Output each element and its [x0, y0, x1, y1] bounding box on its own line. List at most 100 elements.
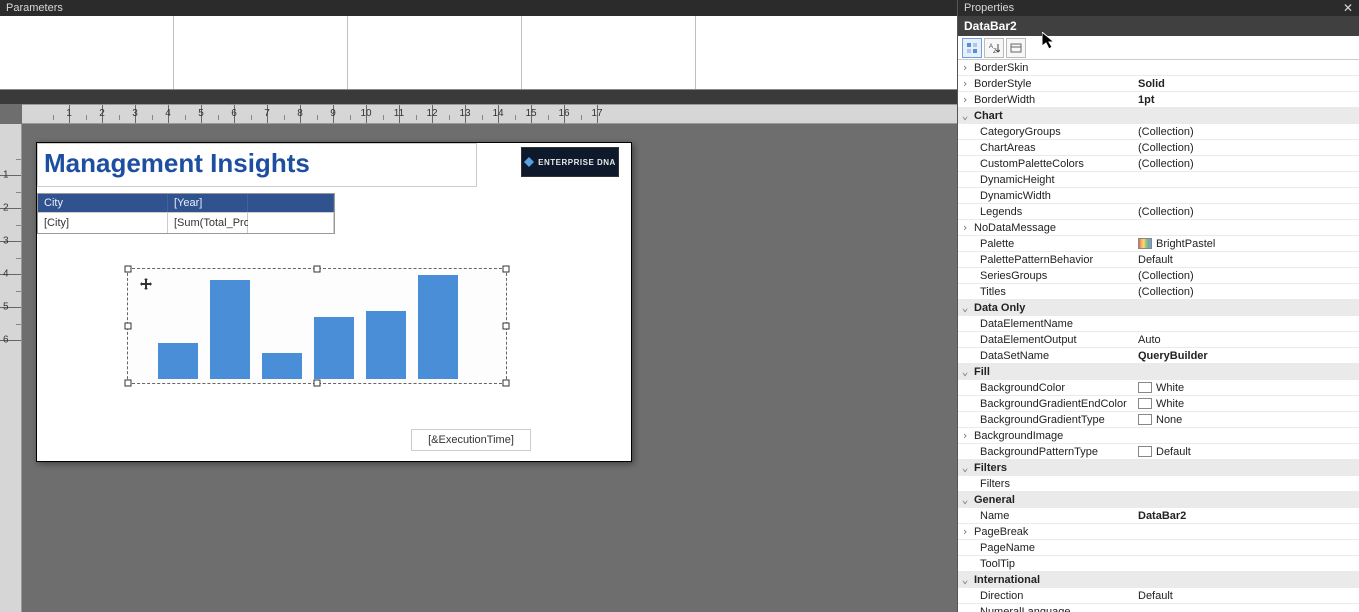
- collapse-icon[interactable]: ⌄: [958, 461, 972, 474]
- table-header-value[interactable]: [248, 194, 334, 212]
- property-row[interactable]: DirectionDefault: [958, 588, 1359, 604]
- property-row[interactable]: BackgroundGradientTypeNone: [958, 412, 1359, 428]
- table-cell-city[interactable]: [City]: [38, 212, 168, 233]
- parameter-cell[interactable]: [522, 16, 696, 89]
- table-cell-value[interactable]: [Sum(Total_Pro: [168, 212, 248, 233]
- execution-time-textbox[interactable]: [&ExecutionTime]: [411, 429, 531, 451]
- selection-handle[interactable]: [125, 380, 132, 387]
- property-value[interactable]: QueryBuilder: [1136, 350, 1359, 362]
- move-handle-icon[interactable]: [140, 277, 152, 289]
- property-row[interactable]: NameDataBar2: [958, 508, 1359, 524]
- property-value[interactable]: BrightPastel: [1136, 238, 1359, 250]
- collapse-icon[interactable]: ⌄: [958, 573, 972, 586]
- report-body[interactable]: Management Insights ENTERPRISE DNA City …: [36, 142, 632, 462]
- property-value[interactable]: (Collection): [1136, 206, 1359, 218]
- table-cell-empty[interactable]: [248, 212, 334, 233]
- alphabetical-view-button[interactable]: AZ: [984, 38, 1004, 58]
- property-value[interactable]: (Collection): [1136, 158, 1359, 170]
- property-row[interactable]: PalettePatternBehaviorDefault: [958, 252, 1359, 268]
- property-category[interactable]: ⌄Fill: [958, 364, 1359, 380]
- property-row[interactable]: BackgroundPatternTypeDefault: [958, 444, 1359, 460]
- property-row[interactable]: ToolTip: [958, 556, 1359, 572]
- selection-handle[interactable]: [503, 323, 510, 330]
- properties-panel-header[interactable]: Properties ✕: [958, 0, 1359, 16]
- property-category[interactable]: ⌄International: [958, 572, 1359, 588]
- property-row[interactable]: Filters: [958, 476, 1359, 492]
- property-row[interactable]: ›NoDataMessage: [958, 220, 1359, 236]
- property-category[interactable]: ⌄Data Only: [958, 300, 1359, 316]
- property-pages-button[interactable]: [1006, 38, 1026, 58]
- matrix-table[interactable]: City [Year] [City] [Sum(Total_Pro: [37, 193, 335, 234]
- property-category[interactable]: ⌄Chart: [958, 108, 1359, 124]
- selection-handle[interactable]: [125, 323, 132, 330]
- property-value[interactable]: (Collection): [1136, 142, 1359, 154]
- expand-icon[interactable]: ›: [958, 429, 972, 442]
- parameter-cell[interactable]: [174, 16, 348, 89]
- property-row[interactable]: CustomPaletteColors(Collection): [958, 156, 1359, 172]
- property-value[interactable]: (Collection): [1136, 286, 1359, 298]
- property-value[interactable]: (Collection): [1136, 126, 1359, 138]
- property-row[interactable]: Titles(Collection): [958, 284, 1359, 300]
- property-row[interactable]: ›BackgroundImage: [958, 428, 1359, 444]
- parameters-panel-header[interactable]: Parameters: [0, 0, 957, 16]
- property-row[interactable]: Legends(Collection): [958, 204, 1359, 220]
- property-row[interactable]: BackgroundColorWhite: [958, 380, 1359, 396]
- property-row[interactable]: PageName: [958, 540, 1359, 556]
- parameter-cell[interactable]: [348, 16, 522, 89]
- property-value[interactable]: White: [1136, 398, 1359, 410]
- table-header-city[interactable]: City: [38, 194, 168, 212]
- selection-handle[interactable]: [314, 380, 321, 387]
- property-value[interactable]: 1pt: [1136, 94, 1359, 106]
- property-value[interactable]: (Collection): [1136, 270, 1359, 282]
- properties-grid[interactable]: ›BorderSkin›BorderStyleSolid›BorderWidth…: [958, 60, 1359, 612]
- collapse-icon[interactable]: ⌄: [958, 109, 972, 122]
- expand-icon[interactable]: ›: [958, 61, 972, 74]
- property-value[interactable]: DataBar2: [1136, 510, 1359, 522]
- collapse-icon[interactable]: ⌄: [958, 301, 972, 314]
- property-row[interactable]: DynamicHeight: [958, 172, 1359, 188]
- property-row[interactable]: SeriesGroups(Collection): [958, 268, 1359, 284]
- table-header-year[interactable]: [Year]: [168, 194, 248, 212]
- panel-splitter[interactable]: [0, 90, 957, 104]
- property-value[interactable]: Default: [1136, 446, 1359, 458]
- property-value[interactable]: None: [1136, 414, 1359, 426]
- property-category[interactable]: ⌄Filters: [958, 460, 1359, 476]
- report-title-textbox[interactable]: Management Insights: [37, 143, 477, 187]
- selection-handle[interactable]: [503, 380, 510, 387]
- property-value[interactable]: Auto: [1136, 334, 1359, 346]
- parameter-cell[interactable]: [0, 16, 174, 89]
- parameters-grid[interactable]: [0, 16, 957, 90]
- expand-icon[interactable]: ›: [958, 77, 972, 90]
- property-row[interactable]: ChartAreas(Collection): [958, 140, 1359, 156]
- property-value[interactable]: Default: [1136, 590, 1359, 602]
- property-category[interactable]: ⌄General: [958, 492, 1359, 508]
- property-row[interactable]: CategoryGroups(Collection): [958, 124, 1359, 140]
- property-value[interactable]: Default: [1136, 254, 1359, 266]
- categorized-view-button[interactable]: [962, 38, 982, 58]
- expand-icon[interactable]: ›: [958, 93, 972, 106]
- horizontal-ruler[interactable]: 1234567891011121314151617: [22, 104, 957, 124]
- selected-object-name[interactable]: DataBar2: [958, 16, 1359, 36]
- property-row[interactable]: ›BorderStyleSolid: [958, 76, 1359, 92]
- property-row[interactable]: ›PageBreak: [958, 524, 1359, 540]
- property-value[interactable]: Solid: [1136, 78, 1359, 90]
- collapse-icon[interactable]: ⌄: [958, 365, 972, 378]
- property-row[interactable]: PaletteBrightPastel: [958, 236, 1359, 252]
- property-row[interactable]: DynamicWidth: [958, 188, 1359, 204]
- property-value[interactable]: White: [1136, 382, 1359, 394]
- selection-handle[interactable]: [125, 266, 132, 273]
- enterprise-dna-logo[interactable]: ENTERPRISE DNA: [521, 147, 619, 177]
- expand-icon[interactable]: ›: [958, 221, 972, 234]
- selection-handle[interactable]: [503, 266, 510, 273]
- property-row[interactable]: NumeralLanguage: [958, 604, 1359, 612]
- property-row[interactable]: DataSetNameQueryBuilder: [958, 348, 1359, 364]
- collapse-icon[interactable]: ⌄: [958, 493, 972, 506]
- vertical-ruler[interactable]: 123456: [0, 124, 22, 612]
- property-row[interactable]: ›BorderSkin: [958, 60, 1359, 76]
- databar-chart[interactable]: [127, 268, 507, 384]
- property-row[interactable]: BackgroundGradientEndColorWhite: [958, 396, 1359, 412]
- selection-handle[interactable]: [314, 266, 321, 273]
- property-row[interactable]: DataElementOutputAuto: [958, 332, 1359, 348]
- close-icon[interactable]: ✕: [1343, 3, 1353, 14]
- expand-icon[interactable]: ›: [958, 525, 972, 538]
